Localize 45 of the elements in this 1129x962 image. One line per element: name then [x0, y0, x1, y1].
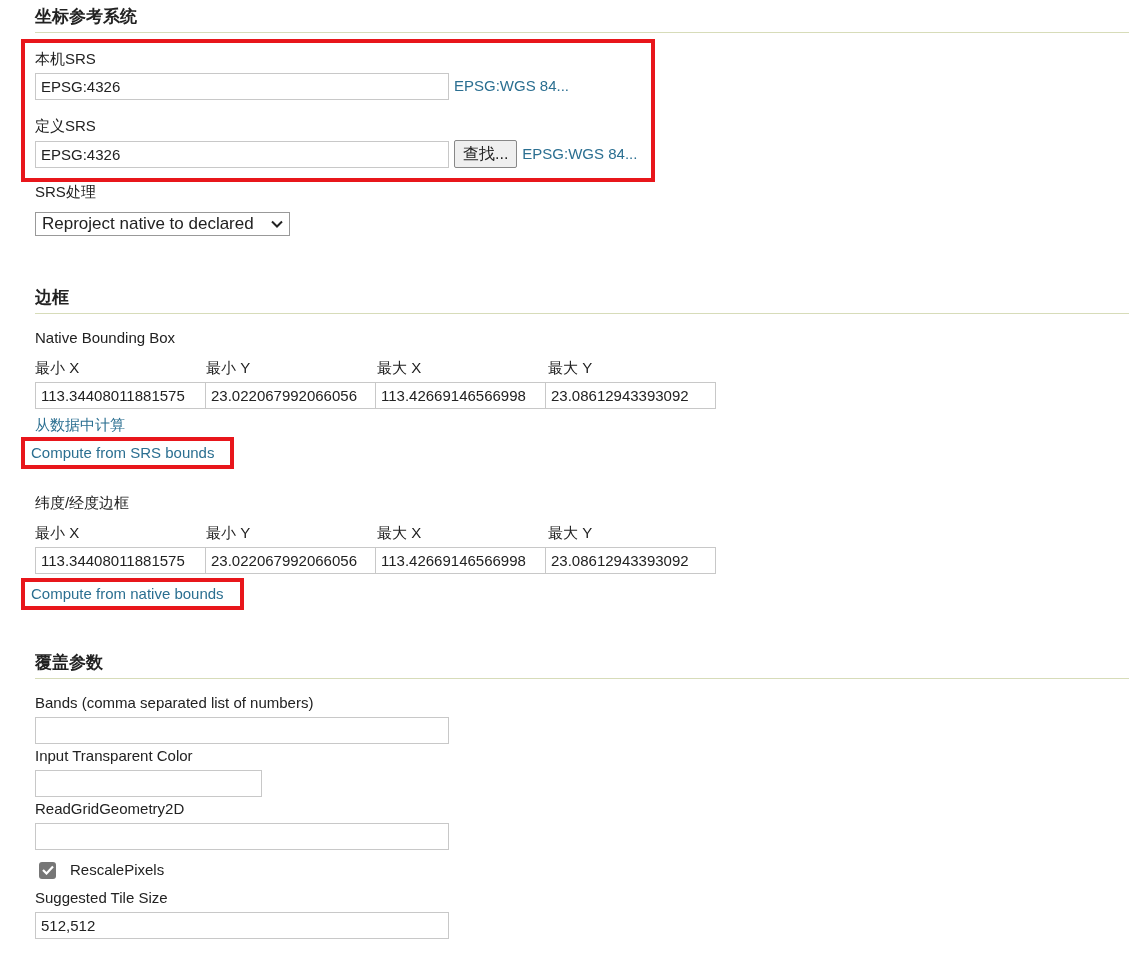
bbox-field[interactable]: 113.34408011881575 [35, 382, 206, 409]
bbox-field[interactable]: 23.022067992066056 [205, 382, 376, 409]
bbox-field[interactable]: 113.42669146566998 [375, 382, 546, 409]
field-label: 最小 Y [206, 523, 251, 543]
compute-link[interactable]: Compute from SRS bounds [25, 441, 231, 465]
check-icon [41, 865, 54, 875]
field-label: 纬度/经度边框 [35, 493, 130, 513]
field-label: SRS处理 [35, 182, 96, 202]
chevron-down-icon [271, 220, 283, 228]
compute-link[interactable]: Compute from native bounds [25, 582, 240, 606]
field-label: 最小 X [35, 523, 80, 543]
bbox-field[interactable]: 113.34408011881575 [35, 547, 206, 574]
bbox-field[interactable]: 23.022067992066056 [205, 547, 376, 574]
field-label: 最大 Y [548, 523, 593, 543]
srs-handling-select[interactable]: Reproject native to declared [35, 212, 290, 236]
field-label: 最大 X [377, 358, 422, 378]
field-label: 最大 Y [548, 358, 593, 378]
section-heading: 边框 [35, 287, 69, 309]
field-label: 最小 Y [206, 358, 251, 378]
section-heading: 坐标参考系统 [35, 6, 137, 28]
field-label: Bands (comma separated list of numbers) [35, 693, 314, 713]
field-label: RescalePixels [70, 860, 165, 880]
declared-srs-field[interactable]: EPSG:4326 [35, 140, 449, 168]
bbox-field[interactable]: 23.08612943393092 [545, 382, 716, 409]
find-button[interactable]: 查找... [454, 140, 518, 168]
native-srs-field[interactable]: EPSG:4326 [35, 73, 449, 100]
field-label: Input Transparent Color [35, 746, 193, 766]
bbox-field[interactable]: 113.42669146566998 [375, 547, 546, 574]
field-label: ReadGridGeometry2D [35, 799, 185, 819]
field-label: Native Bounding Box [35, 328, 176, 348]
section-heading: 覆盖参数 [35, 652, 103, 674]
bbox-field[interactable]: 23.08612943393092 [545, 547, 716, 574]
text-field[interactable]: 512,512 [35, 912, 449, 939]
field-label: 定义SRS [35, 116, 96, 136]
field-label: Suggested Tile Size [35, 888, 168, 908]
text-field[interactable] [35, 770, 262, 797]
compute-link[interactable]: 从数据中计算 [35, 413, 125, 437]
field-label: 最大 X [377, 523, 422, 543]
field-label: 本机SRS [35, 49, 96, 69]
checkbox[interactable] [39, 861, 56, 879]
srs-link[interactable]: EPSG:WGS 84... [454, 75, 570, 98]
text-field[interactable] [35, 717, 449, 744]
field-label: 最小 X [35, 358, 80, 378]
text-field[interactable] [35, 823, 449, 850]
srs-link[interactable]: EPSG:WGS 84... [522, 142, 638, 166]
